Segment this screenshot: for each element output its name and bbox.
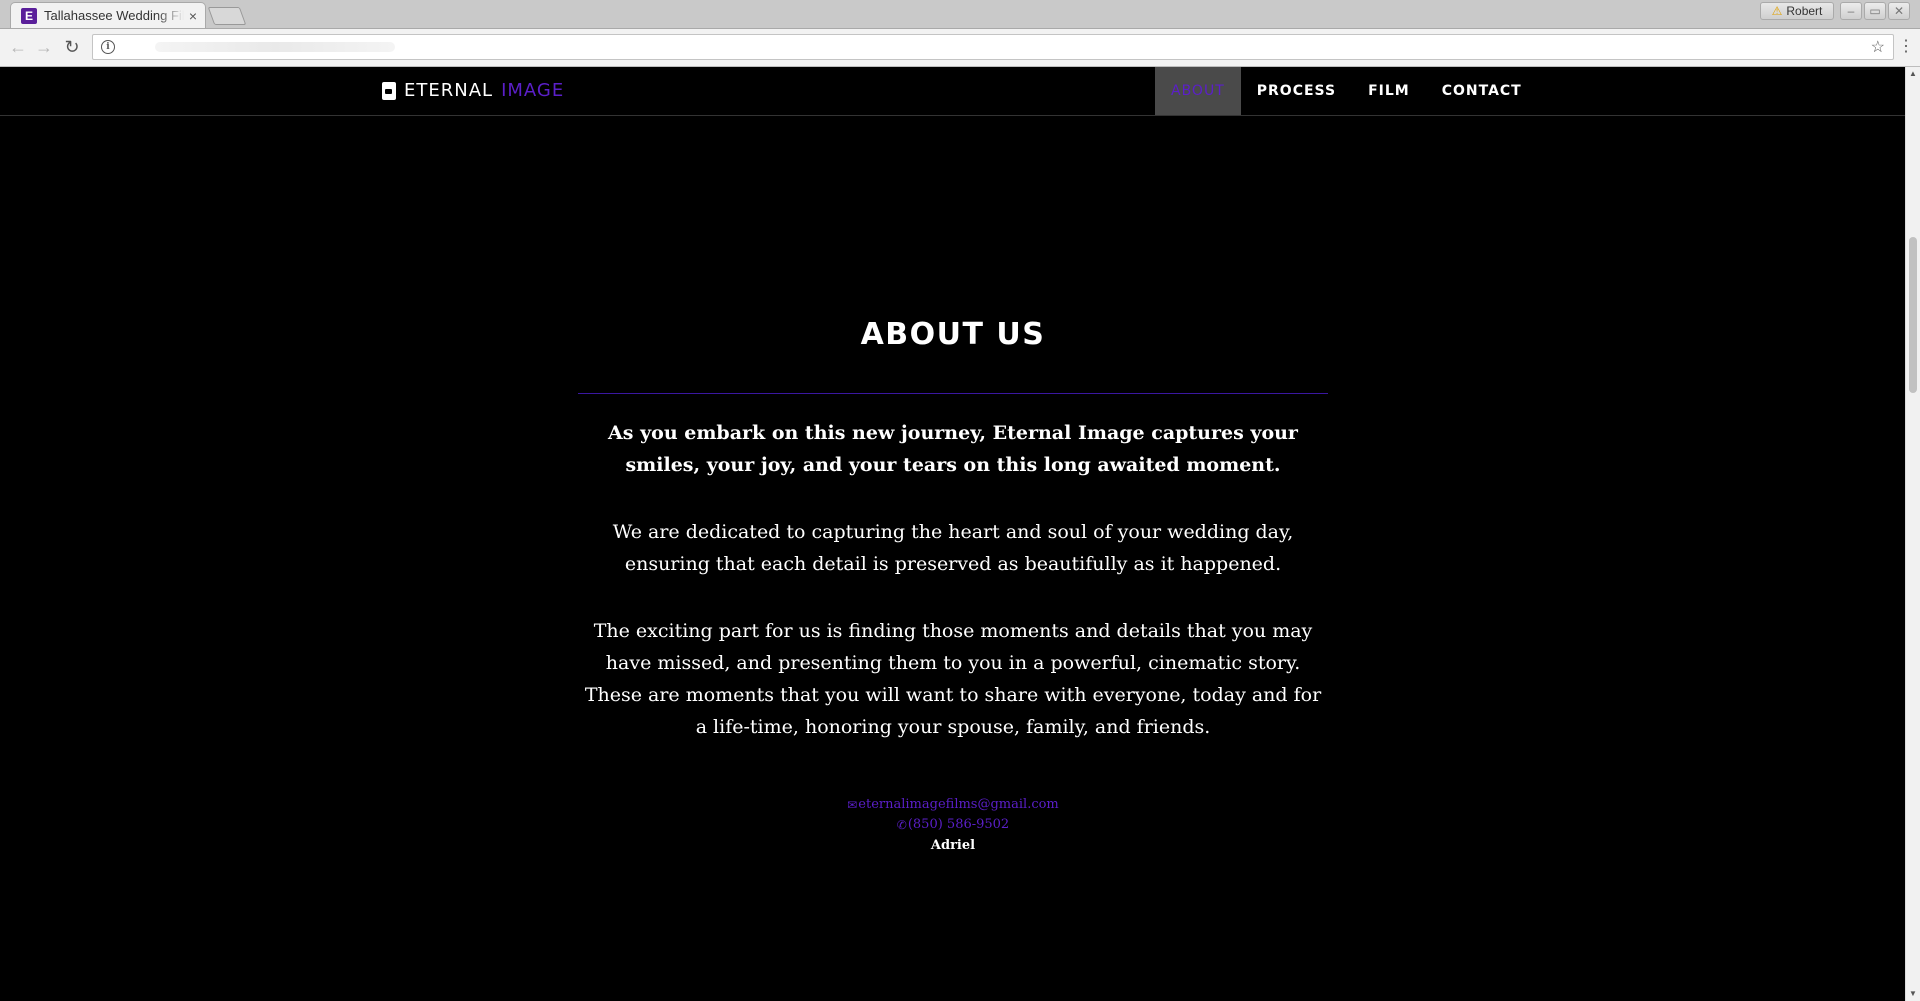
about-section: ABOUT US As you embark on this new journ… bbox=[578, 313, 1328, 856]
minimize-button[interactable]: – bbox=[1840, 2, 1862, 20]
envelope-icon: ✉ bbox=[847, 798, 858, 812]
about-lead: As you embark on this new journey, Etern… bbox=[608, 422, 1298, 476]
browser-toolbar: ← → ↻ i ☆ ⋮ bbox=[0, 29, 1920, 67]
profile-button[interactable]: ⚠ Robert bbox=[1760, 2, 1834, 20]
contact-name: Adriel bbox=[930, 838, 976, 853]
document-image-icon bbox=[382, 81, 396, 100]
nav-process[interactable]: PROCESS bbox=[1241, 67, 1352, 115]
back-icon[interactable]: ← bbox=[8, 37, 28, 57]
tab-strip: E Tallahassee Wedding Films × ⚠ Robert –… bbox=[0, 0, 1920, 29]
profile-name: Robert bbox=[1786, 4, 1823, 18]
reload-icon[interactable]: ↻ bbox=[62, 37, 82, 57]
phone-text[interactable]: (850) 586-9502 bbox=[908, 815, 1009, 835]
phone-link[interactable]: ✆ (850) 586-9502 bbox=[578, 815, 1328, 835]
section-divider bbox=[578, 393, 1328, 394]
scroll-thumb[interactable] bbox=[1909, 237, 1917, 393]
about-title: ABOUT US bbox=[860, 317, 1046, 352]
email-link[interactable]: ✉ eternalimagefilms@gmail.com bbox=[578, 795, 1328, 815]
url-text bbox=[155, 42, 395, 52]
nav-about[interactable]: ABOUT bbox=[1155, 67, 1241, 115]
page-scrollbar[interactable]: ▲ ▼ bbox=[1905, 67, 1920, 1001]
brand-accent: IMAGE bbox=[501, 80, 565, 101]
browser-menu-icon[interactable]: ⋮ bbox=[1898, 37, 1914, 57]
brand-main: ETERNAL bbox=[404, 80, 494, 101]
contact-info: ✉ eternalimagefilms@gmail.com ✆ (850) 58… bbox=[578, 795, 1328, 856]
close-window-button[interactable]: ✕ bbox=[1888, 2, 1910, 20]
tab-close-icon[interactable]: × bbox=[189, 8, 197, 24]
nav-links: ABOUT PROCESS FILM CONTACT bbox=[1155, 67, 1538, 115]
nav-contact[interactable]: CONTACT bbox=[1426, 67, 1538, 115]
about-paragraph: The exciting part for us is finding thos… bbox=[584, 620, 1322, 738]
tab-title: Tallahassee Wedding Films bbox=[44, 8, 184, 23]
page-viewport: ETERNAL IMAGE ABOUT PROCESS FILM CONTACT… bbox=[0, 67, 1905, 1001]
scroll-down-icon[interactable]: ▼ bbox=[1906, 987, 1920, 1001]
phone-icon: ✆ bbox=[896, 818, 907, 832]
warning-icon: ⚠ bbox=[1771, 4, 1783, 18]
site-favicon-icon: E bbox=[21, 7, 37, 24]
email-text[interactable]: eternalimagefilms@gmail.com bbox=[858, 795, 1058, 815]
nav-film[interactable]: FILM bbox=[1352, 67, 1426, 115]
brand-logo[interactable]: ETERNAL IMAGE bbox=[382, 80, 564, 101]
site-info-icon[interactable]: i bbox=[101, 40, 115, 54]
browser-tab[interactable]: E Tallahassee Wedding Films × bbox=[10, 2, 206, 28]
scroll-up-icon[interactable]: ▲ bbox=[1906, 67, 1920, 81]
site-navbar: ETERNAL IMAGE ABOUT PROCESS FILM CONTACT bbox=[0, 67, 1905, 116]
address-bar[interactable]: i ☆ bbox=[92, 34, 1894, 60]
forward-icon[interactable]: → bbox=[34, 37, 54, 57]
bookmark-star-icon[interactable]: ☆ bbox=[1871, 37, 1885, 57]
new-tab-button[interactable] bbox=[207, 7, 247, 25]
about-paragraph: We are dedicated to capturing the heart … bbox=[612, 521, 1294, 575]
maximize-button[interactable]: ▭ bbox=[1864, 2, 1886, 20]
